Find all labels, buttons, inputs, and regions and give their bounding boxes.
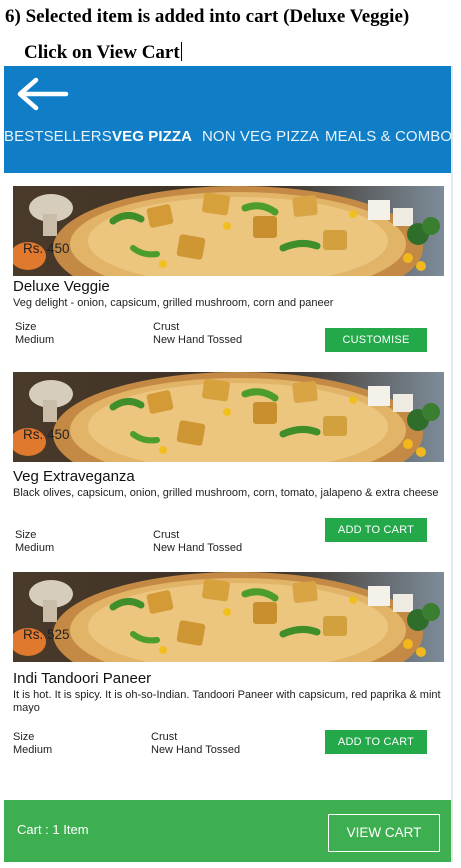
tab-non-veg-pizza[interactable]: NON VEG PIZZA: [202, 128, 319, 145]
product-description: It is hot. It is spicy. It is oh-so-Indi…: [13, 689, 441, 714]
price-label: Rs. 450: [23, 241, 70, 256]
product-description: Black olives, capsicum, onion, grilled m…: [13, 487, 439, 499]
size-label: Size: [15, 321, 37, 333]
product-card: Rs. 525 Indi Tandoori Paneer It is hot. …: [13, 572, 444, 756]
step-caption: 6) Selected item is added into cart (Del…: [5, 6, 410, 27]
pizza-image: Rs. 525: [13, 572, 444, 662]
pizza-image: Rs. 450: [13, 372, 444, 462]
crust-value: New Hand Tossed: [153, 334, 243, 346]
size-option[interactable]: Size Medium: [15, 321, 54, 347]
instruction-caption: Click on View Cart: [24, 42, 182, 64]
pizza-image: Rs. 450: [13, 186, 444, 276]
add-to-cart-button[interactable]: ADD TO CART: [325, 518, 427, 542]
crust-label: Crust: [153, 321, 180, 333]
crust-option[interactable]: Crust New Hand Tossed: [151, 731, 240, 757]
size-option[interactable]: Size Medium: [13, 731, 52, 757]
crust-option[interactable]: Crust New Hand Tossed: [153, 529, 242, 555]
product-name: Veg Extraveganza: [13, 468, 135, 485]
customise-button[interactable]: CUSTOMISE: [325, 328, 427, 352]
product-card: Rs. 450 Deluxe Veggie Veg delight - onio…: [13, 186, 444, 352]
instruction-text: Click on View Cart: [24, 42, 180, 63]
crust-option[interactable]: Crust New Hand Tossed: [153, 321, 242, 347]
price-label: Rs. 525: [23, 627, 70, 642]
size-value: Medium: [13, 744, 53, 756]
tab-veg-pizza[interactable]: VEG PIZZA: [112, 128, 192, 145]
crust-value: New Hand Tossed: [151, 744, 241, 756]
crust-label: Crust: [151, 731, 178, 743]
arrow-left-icon[interactable]: [14, 76, 70, 112]
crust-value: New Hand Tossed: [153, 542, 243, 554]
tab-bestsellers[interactable]: BESTSELLERS: [4, 128, 112, 145]
size-value: Medium: [15, 542, 55, 554]
size-option[interactable]: Size Medium: [15, 529, 54, 555]
size-label: Size: [15, 529, 37, 541]
view-cart-button[interactable]: VIEW CART: [328, 814, 440, 852]
crust-label: Crust: [153, 529, 180, 541]
size-value: Medium: [15, 334, 55, 346]
size-label: Size: [13, 731, 35, 743]
product-name: Deluxe Veggie: [13, 278, 110, 295]
add-to-cart-button[interactable]: ADD TO CART: [325, 730, 427, 754]
product-name: Indi Tandoori Paneer: [13, 670, 152, 687]
cart-bar: Cart : 1 Item VIEW CART: [4, 800, 451, 862]
cart-summary: Cart : 1 Item: [17, 822, 89, 837]
app-screen: BESTSELLERS VEG PIZZA NON VEG PIZZA MEAL…: [4, 66, 453, 862]
category-tabs: BESTSELLERS VEG PIZZA NON VEG PIZZA MEAL…: [4, 128, 451, 152]
top-bar: BESTSELLERS VEG PIZZA NON VEG PIZZA MEAL…: [4, 66, 451, 173]
text-cursor: [180, 42, 182, 61]
tab-meals-combos[interactable]: MEALS & COMBOS: [325, 128, 451, 145]
price-label: Rs. 450: [23, 427, 70, 442]
product-description: Veg delight - onion, capsicum, grilled m…: [13, 297, 334, 309]
product-card: Rs. 450 Veg Extraveganza Black olives, c…: [13, 372, 444, 554]
